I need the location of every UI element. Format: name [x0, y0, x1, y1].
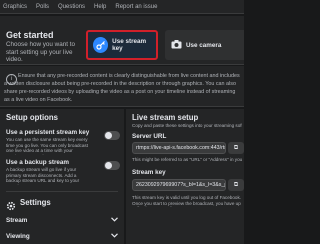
use-camera-label: Use camera — [186, 41, 222, 49]
notice-text: Ensure that any pre-recorded content is … — [4, 73, 240, 103]
top-navigation: Graphics Polls Questions Help Report an … — [0, 0, 244, 14]
get-started-title: Get started — [6, 30, 54, 40]
viewing-label: Viewing — [6, 233, 30, 240]
nav-help[interactable]: Help — [94, 4, 106, 10]
server-url-note: This might be referred to as "URL" or "A… — [132, 157, 242, 162]
stream-label: Stream — [6, 217, 28, 224]
use-stream-key-label: Use stream key — [112, 38, 147, 52]
live-stream-setup-panel: Live stream setup Copy and paste these s… — [126, 109, 244, 244]
setup-options-panel: Setup options Use a persistent stream ke… — [0, 109, 124, 244]
settings-stream-item[interactable]: Stream — [6, 217, 118, 224]
setup-options-title: Setup options — [6, 113, 58, 122]
server-url-label: Server URL — [132, 133, 167, 140]
nav-questions[interactable]: Questions — [58, 4, 85, 10]
gear-icon — [6, 198, 16, 216]
backup-stream-description: A backup stream will go live if your pri… — [6, 167, 80, 185]
use-camera-option[interactable]: Use camera — [165, 30, 244, 60]
persistent-key-title: Use a persistent stream key — [6, 129, 90, 136]
use-stream-key-option[interactable]: Use stream key — [86, 30, 158, 60]
key-icon — [93, 37, 109, 53]
get-started-description: Choose how you want to start setting up … — [6, 41, 75, 64]
camera-icon — [171, 36, 182, 54]
nav-report-issue[interactable]: Report an issue — [115, 4, 157, 10]
live-stream-subtitle: Copy and paste these settings into your … — [132, 123, 242, 128]
persistent-key-description: You can use the same stream key every ti… — [6, 137, 88, 155]
chevron-down-icon — [111, 217, 118, 224]
stream-key-label: Stream key — [132, 169, 166, 176]
stream-key-field[interactable]: 262309297969907?s_bl=1&s_l=3&s_psm=1&s_s… — [132, 179, 226, 191]
persistent-key-toggle[interactable] — [104, 131, 120, 140]
copy-stream-key-button[interactable]: ⧉ — [228, 179, 244, 191]
pre-recorded-notice: i Ensure that any pre-recorded content i… — [0, 66, 244, 107]
backup-stream-title: Use a backup stream — [6, 159, 69, 166]
settings-title: Settings — [20, 198, 51, 207]
copy-server-url-button[interactable]: ⧉ — [228, 142, 244, 154]
divider — [6, 191, 118, 192]
nav-graphics[interactable]: Graphics — [3, 4, 27, 10]
backup-stream-toggle[interactable] — [104, 161, 120, 170]
stream-key-note: This stream key is valid until you log o… — [132, 195, 242, 207]
settings-viewing-item[interactable]: Viewing — [6, 233, 118, 240]
live-stream-setup-title: Live stream setup — [132, 113, 199, 122]
chevron-down-icon — [111, 233, 118, 240]
server-url-field[interactable]: rtmps://live-api-s.facebook.com:443/rtmp… — [132, 142, 226, 154]
nav-polls[interactable]: Polls — [36, 4, 49, 10]
